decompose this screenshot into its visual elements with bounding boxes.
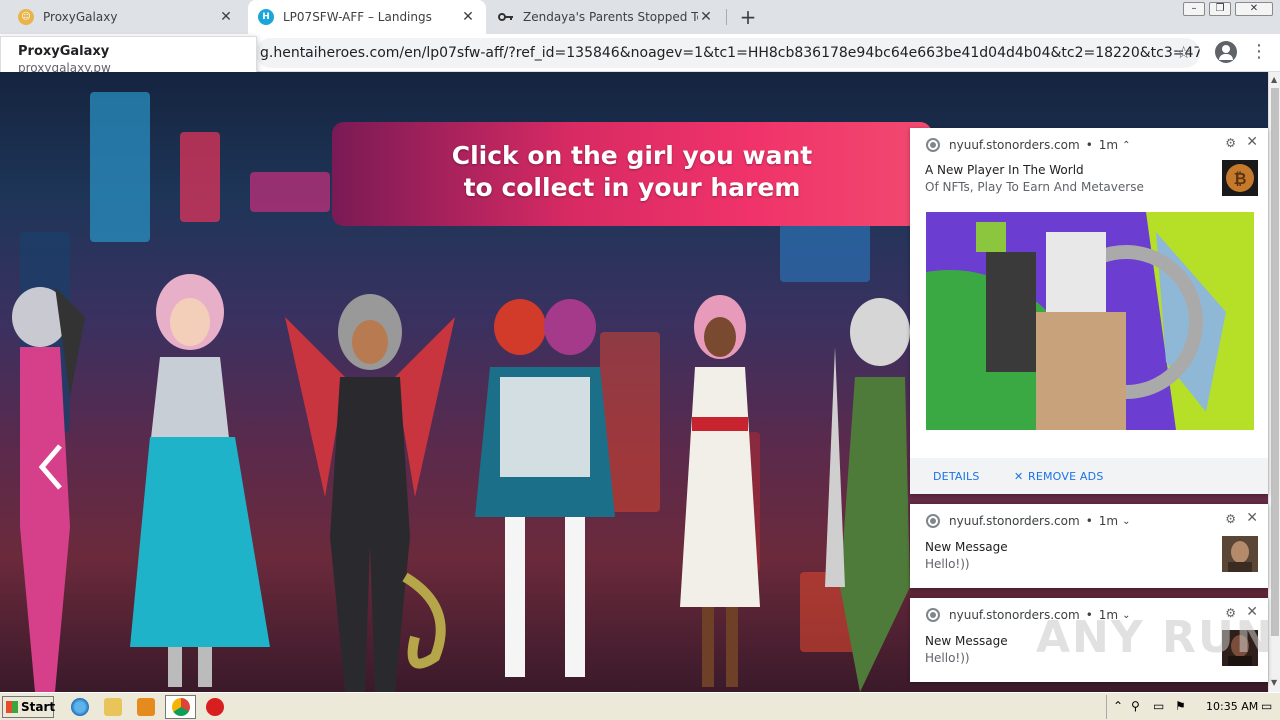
chevron-up-icon[interactable]: ⌃ — [1113, 699, 1123, 713]
notification-body: Of NFTs, Play To Earn And Metaverse — [925, 180, 1144, 194]
flag-icon[interactable]: ⚑ — [1175, 699, 1186, 713]
notification-header: nyuuf.stonorders.com • 1m ⌄ — [926, 514, 1130, 528]
character-4[interactable] — [470, 287, 620, 692]
url-text: g.hentaiheroes.com/en/lp07sfw-aff/?ref_i… — [260, 45, 1200, 61]
close-tab-icon[interactable]: ✕ — [218, 9, 234, 25]
tab-separator — [726, 9, 727, 25]
landings-favicon-icon: H — [258, 9, 274, 25]
close-tab-icon[interactable]: ✕ — [698, 9, 714, 25]
maximize-button[interactable]: ❐ — [1209, 2, 1231, 16]
notification-title: New Message — [925, 634, 1008, 648]
notification-time: 1m — [1098, 138, 1119, 152]
headline-banner: Click on the girl you want to collect in… — [332, 122, 932, 226]
kebab-menu-icon[interactable]: ⋮ — [1250, 42, 1268, 62]
network-icon[interactable]: ⚲ — [1131, 699, 1140, 713]
close-icon[interactable]: ✕ — [1246, 510, 1258, 526]
tab-strip: ☺ ProxyGalaxy ✕ H LP07SFW-AFF – Landings… — [0, 0, 1280, 34]
close-icon: ✕ — [1014, 470, 1024, 483]
character-6[interactable] — [820, 287, 910, 692]
character-2[interactable] — [120, 267, 280, 692]
start-button[interactable]: Start — [2, 696, 55, 718]
scroll-down-icon[interactable]: ▼ — [1271, 678, 1277, 687]
folder-icon[interactable] — [104, 698, 122, 716]
taskbar: Start ⌃ ⚲ ▭ ⚑ ▭ 10:35 AM — [0, 692, 1280, 720]
battery-icon[interactable]: ▭ — [1153, 699, 1164, 713]
chrome-taskbar-button[interactable] — [165, 695, 196, 719]
tab-landings[interactable]: H LP07SFW-AFF – Landings ✕ — [248, 0, 486, 34]
notification-card[interactable]: nyuuf.stonorders.com • 1m ⌃ ⚙ ✕ A New Pl… — [910, 128, 1268, 494]
scroll-up-icon[interactable]: ▲ — [1271, 75, 1277, 84]
tab-title: Zendaya's Parents Stopped Telling H — [523, 10, 698, 24]
avatar — [1222, 536, 1258, 572]
address-bar[interactable]: g.hentaiheroes.com/en/lp07sfw-aff/?ref_i… — [256, 38, 1200, 68]
bitcoin-icon: ₿ — [1222, 160, 1258, 196]
chrome-icon — [926, 514, 940, 528]
tab-proxygalaxy[interactable]: ☺ ProxyGalaxy ✕ — [8, 0, 244, 34]
close-tab-icon[interactable]: ✕ — [460, 9, 476, 25]
internet-explorer-icon[interactable] — [71, 698, 89, 716]
minimize-button[interactable]: – — [1183, 2, 1205, 16]
close-icon[interactable]: ✕ — [1246, 134, 1258, 150]
anyrun-watermark: ANY RUN — [1036, 612, 1275, 663]
tab-zendaya[interactable]: Zendaya's Parents Stopped Telling H ✕ — [488, 0, 724, 34]
neon-sign — [90, 92, 150, 242]
settings-gear-icon[interactable]: ⚙ — [1225, 512, 1236, 526]
notification-card[interactable]: nyuuf.stonorders.com • 1m ⌄ ⚙ ✕ New Mess… — [910, 504, 1268, 588]
notification-title: A New Player In The World — [925, 163, 1084, 177]
new-tab-button[interactable]: + — [737, 6, 759, 28]
profile-avatar-icon[interactable] — [1215, 41, 1237, 63]
remove-ads-button[interactable]: REMOVE ADS — [1028, 470, 1104, 483]
page-scrollbar[interactable]: ▲ ▼ — [1268, 72, 1280, 692]
neon-sign — [180, 132, 220, 222]
notification-time: 1m — [1098, 514, 1119, 528]
stop-icon[interactable] — [206, 698, 224, 716]
scrollbar-thumb[interactable] — [1271, 88, 1279, 636]
notification-header: nyuuf.stonorders.com • 1m ⌃ — [926, 138, 1130, 152]
character-5[interactable] — [670, 287, 770, 692]
desktop-screen: ☺ ProxyGalaxy ✕ H LP07SFW-AFF – Landings… — [0, 0, 1280, 720]
notification-source: nyuuf.stonorders.com — [949, 514, 1080, 528]
notification-body: Hello!)) — [925, 651, 970, 665]
settings-gear-icon[interactable]: ⚙ — [1225, 136, 1236, 150]
svg-text:₿: ₿ — [1233, 169, 1246, 188]
banner-line-2: to collect in your harem — [463, 173, 801, 202]
neon-sign — [250, 172, 330, 212]
clock: 10:35 AM — [1206, 700, 1259, 713]
notification-actions: DETAILS ✕ REMOVE ADS — [910, 458, 1268, 494]
tab-title: LP07SFW-AFF – Landings — [283, 10, 432, 24]
chevron-down-icon[interactable]: ⌄ — [1122, 516, 1130, 527]
banner-text: Click on the girl you want to collect in… — [332, 140, 932, 204]
notification-title: New Message — [925, 540, 1008, 554]
media-player-icon[interactable] — [137, 698, 155, 716]
chrome-icon — [926, 608, 940, 622]
notification-body: Hello!)) — [925, 557, 970, 571]
chrome-icon — [172, 698, 190, 716]
chevron-left-icon[interactable] — [36, 442, 66, 492]
key-icon — [498, 9, 514, 25]
neon-sign — [780, 222, 870, 282]
close-window-button[interactable]: ✕ — [1235, 2, 1273, 16]
chevron-up-icon[interactable]: ⌃ — [1122, 140, 1130, 151]
bookmark-star-icon[interactable]: ☆ — [1176, 43, 1191, 63]
details-button[interactable]: DETAILS — [933, 470, 980, 483]
hovercard-title: ProxyGalaxy — [18, 44, 110, 59]
proxygalaxy-favicon-icon: ☺ — [18, 9, 34, 25]
chrome-icon — [926, 138, 940, 152]
character-3[interactable] — [285, 277, 455, 692]
show-desktop-icon[interactable]: ▭ — [1261, 699, 1272, 713]
notification-image — [926, 212, 1254, 430]
tab-title: ProxyGalaxy — [43, 10, 118, 24]
notification-source: nyuuf.stonorders.com — [949, 138, 1080, 152]
banner-line-1: Click on the girl you want — [451, 141, 813, 170]
